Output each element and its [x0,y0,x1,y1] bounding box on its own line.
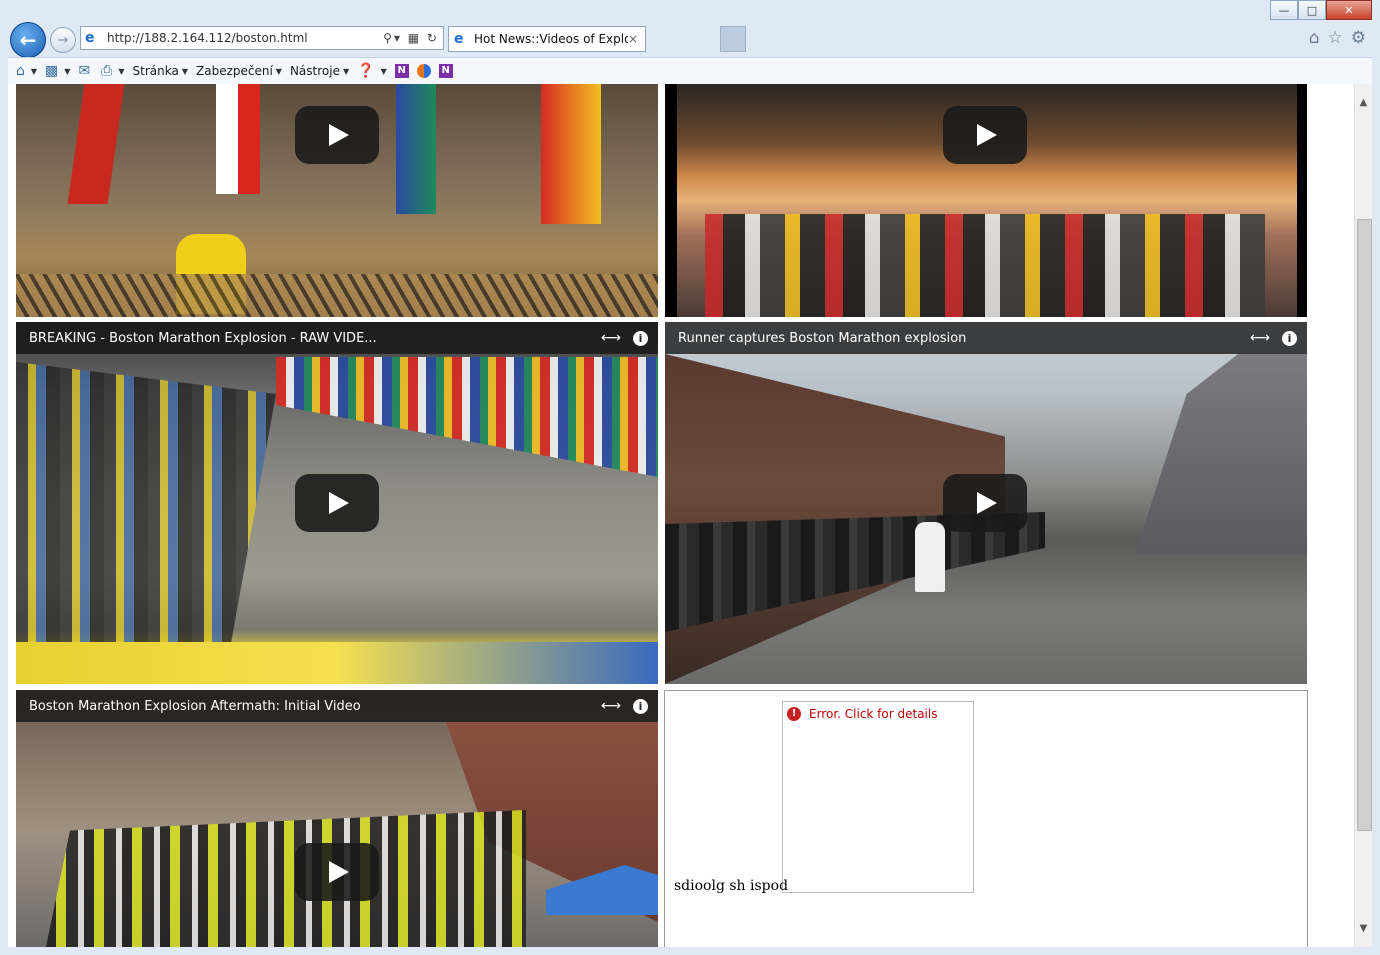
new-tab-icon [720,26,746,52]
close-window-button[interactable]: ✕ [1326,0,1372,20]
onenote-linked-icon: N [438,64,453,78]
address-bar[interactable]: e http://188.2.164.112/boston.html ⚲▾ ▦ … [80,26,444,50]
page-text: sdioolg sh ispod [674,878,789,894]
play-button[interactable] [943,106,1027,164]
share-icon[interactable]: ⟷ [1250,330,1270,346]
onenote-button[interactable]: N [394,64,409,78]
mail-menu[interactable]: ✉ [78,63,93,79]
error-icon: ! [787,707,801,721]
rss-icon: ▩ [45,63,59,79]
info-icon[interactable]: i [633,698,648,714]
vertical-scrollbar[interactable]: ▲ ▼ [1354,84,1372,947]
print-menu[interactable]: ⎙ ▼ [101,63,124,79]
ie-icon: e [454,31,464,47]
info-icon[interactable]: i [1282,330,1297,346]
video-player-2[interactable] [665,84,1307,317]
window-controls: — □ ✕ [1270,0,1372,20]
onenote-linked-button[interactable]: N [438,64,453,78]
navigation-bar: ← → e http://188.2.164.112/boston.html ⚲… [0,20,1380,58]
browser-right-icons: ⌂ ☆ ⚙ [1309,28,1366,48]
play-button[interactable] [943,474,1027,532]
tab-title: Hot News::Videos of Explosi... [474,32,628,46]
tools-menu[interactable]: Nástroje ▼ [290,64,349,78]
onenote-icon: N [394,64,409,78]
address-tools[interactable]: ⚲▾ ▦ ↻ [383,31,439,45]
video-title[interactable]: BREAKING - Boston Marathon Explosion - R… [29,331,601,346]
new-tab-button[interactable] [648,26,748,52]
home-icon[interactable]: ⌂ [1309,28,1320,48]
help-icon: ❓ [357,63,375,79]
video-title-bar: Boston Marathon Explosion Aftermath: Ini… [16,690,658,722]
print-icon: ⎙ [101,63,113,79]
back-button[interactable]: ← [10,22,46,58]
feeds-menu[interactable]: ▩ ▼ [45,63,70,79]
error-cell [664,690,1308,947]
share-icon[interactable]: ⟷ [601,698,621,714]
play-button[interactable] [295,843,379,901]
page-viewport: BREAKING - Boston Marathon Explosion - R… [8,84,1372,947]
addon-icon [416,64,431,78]
help-menu[interactable]: ❓ ▼ [357,63,387,79]
scroll-down-icon[interactable]: ▼ [1355,920,1372,937]
video-player-5[interactable]: Boston Marathon Explosion Aftermath: Ini… [16,690,658,947]
forward-button[interactable]: → [50,27,76,53]
tab-hot-news[interactable]: e Hot News::Videos of Explosi... × [448,26,646,52]
close-tab-icon[interactable]: × [628,32,642,46]
video-title[interactable]: Runner captures Boston Marathon explosio… [678,331,1250,346]
scrollbar-thumb[interactable] [1357,219,1372,831]
video-player-4[interactable]: Runner captures Boston Marathon explosio… [665,322,1307,684]
gear-icon[interactable]: ⚙ [1351,28,1366,48]
maximize-button[interactable]: □ [1298,0,1326,20]
video-title-bar: Runner captures Boston Marathon explosio… [665,322,1307,354]
mail-icon: ✉ [78,63,91,79]
command-bar: ⌂ ▼ ▩ ▼ ✉ ⎙ ▼ Stránka ▼ Zabezpečení ▼ Nástroj… [8,57,1372,84]
url-text[interactable]: http://188.2.164.112/boston.html [107,31,383,45]
ie-icon: e [85,30,95,46]
security-menu[interactable]: Zabezpečení ▼ [196,64,282,78]
addon-button[interactable] [416,64,431,78]
info-icon[interactable]: i [633,330,648,346]
video-title[interactable]: Boston Marathon Explosion Aftermath: Ini… [29,699,601,714]
scroll-up-icon[interactable]: ▲ [1355,94,1372,111]
minimize-button[interactable]: — [1270,0,1298,20]
play-button[interactable] [295,106,379,164]
home-menu[interactable]: ⌂ ▼ [16,63,37,79]
page-menu[interactable]: Stránka ▼ [133,64,188,78]
video-title-bar: BREAKING - Boston Marathon Explosion - R… [16,322,658,354]
video-player-1[interactable] [16,84,658,317]
share-icon[interactable]: ⟷ [601,330,621,346]
video-player-3[interactable]: BREAKING - Boston Marathon Explosion - R… [16,322,658,684]
browser-window: — □ ✕ ← → e http://188.2.164.112/boston.… [0,0,1380,955]
error-message[interactable]: Error. Click for details [809,707,937,721]
favorites-star-icon[interactable]: ☆ [1328,28,1343,48]
home-icon: ⌂ [16,63,25,79]
play-button[interactable] [295,474,379,532]
error-widget[interactable]: ! Error. Click for details [782,701,974,893]
